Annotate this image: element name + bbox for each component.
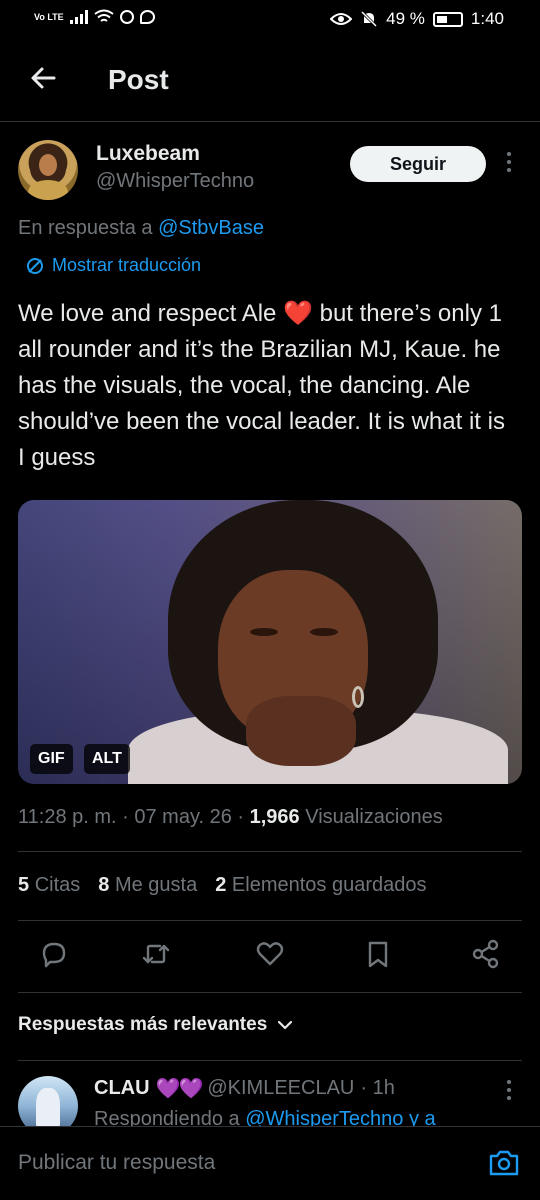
wifi-icon: [94, 9, 114, 22]
divider: [18, 992, 522, 993]
reply-time: · 1h: [360, 1077, 395, 1099]
action-bar: [0, 936, 540, 976]
tweet-date: 07 may. 26: [134, 806, 232, 828]
chevron-down-icon: [278, 1020, 293, 1030]
replies-sort-label: Respuestas más relevantes: [18, 1014, 268, 1035]
camera-icon[interactable]: [486, 1145, 522, 1181]
reply-author-name[interactable]: CLAU: [94, 1077, 150, 1100]
tweet-time: 11:28 p. m.: [18, 806, 117, 828]
battery-icon: [432, 11, 463, 27]
replying-to-handle[interactable]: @WhisperTechno y a: [245, 1108, 435, 1126]
divider: [18, 851, 522, 852]
views-count: 1,966: [249, 806, 300, 828]
back-arrow-icon[interactable]: [26, 60, 62, 96]
battery-percent: 49 %: [386, 9, 425, 28]
bookmarks-stat[interactable]: 2 Elementos guardados: [215, 874, 426, 897]
translate-label: Mostrar traducción: [52, 255, 202, 275]
likes-stat[interactable]: 8 Me gusta: [98, 874, 197, 897]
more-options-icon[interactable]: [505, 152, 513, 176]
translate-icon: [27, 257, 43, 274]
reply-author-handle[interactable]: @KIMLEECLAU: [207, 1077, 354, 1100]
divider: [18, 1060, 522, 1061]
engagement-stats: 5 Citas 8 Me gusta 2 Elementos guardados: [18, 874, 426, 897]
show-translation-link[interactable]: Mostrar traducción: [26, 255, 201, 276]
alt-text-badge[interactable]: ALT: [84, 744, 130, 774]
divider: [18, 920, 522, 921]
reply-more-options-icon[interactable]: [505, 1080, 513, 1104]
gif-badge: GIF: [30, 744, 73, 774]
tweet-text: We love and respect Ale ❤️ but there’s o…: [18, 296, 518, 476]
views-label[interactable]: Visualizaciones: [305, 806, 443, 828]
message-bubble-icon: [139, 10, 155, 24]
purple-hearts-emoji: 💜💜: [155, 1078, 204, 1100]
reply-context: En respuesta a @StbvBase: [18, 217, 264, 240]
tweet-text-part-1: We love and respect Ale: [18, 300, 277, 327]
reply-composer[interactable]: Publicar tu respuesta: [0, 1126, 540, 1200]
like-icon[interactable]: [252, 936, 288, 972]
tweet-gif-media[interactable]: GIF ALT: [18, 500, 522, 784]
tweet-meta: 11:28 p. m. · 07 may. 26 · 1,966 Visuali…: [18, 806, 443, 828]
quotes-stat[interactable]: 5 Citas: [18, 874, 80, 897]
replying-to-prefix: Respondiendo a: [94, 1108, 240, 1126]
notification-ring-icon: [119, 10, 134, 24]
author-avatar[interactable]: [18, 140, 78, 200]
top-bar: Post: [0, 40, 540, 122]
reply-prefix: En respuesta a: [18, 217, 153, 239]
follow-button[interactable]: Seguir: [350, 146, 486, 182]
reply-replying-to: Respondiendo a @WhisperTechno y a: [94, 1108, 494, 1126]
reply-header[interactable]: CLAU 💜💜 @KIMLEECLAU · 1h: [94, 1076, 395, 1101]
clock: 1:40: [470, 9, 504, 28]
share-icon[interactable]: [468, 936, 504, 972]
mute-bell-icon: [361, 10, 378, 28]
retweet-icon[interactable]: [138, 936, 174, 972]
heart-emoji: ❤️: [283, 300, 313, 327]
author-handle[interactable]: @WhisperTechno: [96, 170, 254, 193]
page-title: Post: [108, 64, 169, 95]
reply-icon[interactable]: [36, 936, 72, 972]
replies-sort-dropdown[interactable]: Respuestas más relevantes: [18, 1014, 293, 1036]
volte-indicator: Vo LTE: [34, 11, 64, 22]
signal-icon: [69, 10, 88, 24]
status-bar: Vo LTE 49 % 1:40: [0, 0, 540, 40]
bookmark-icon[interactable]: [360, 936, 396, 972]
reply-input[interactable]: Publicar tu respuesta: [18, 1151, 215, 1175]
reply-handle-link[interactable]: @StbvBase: [158, 217, 264, 239]
author-display-name[interactable]: Luxebeam: [96, 142, 200, 166]
eye-icon: [330, 13, 353, 25]
